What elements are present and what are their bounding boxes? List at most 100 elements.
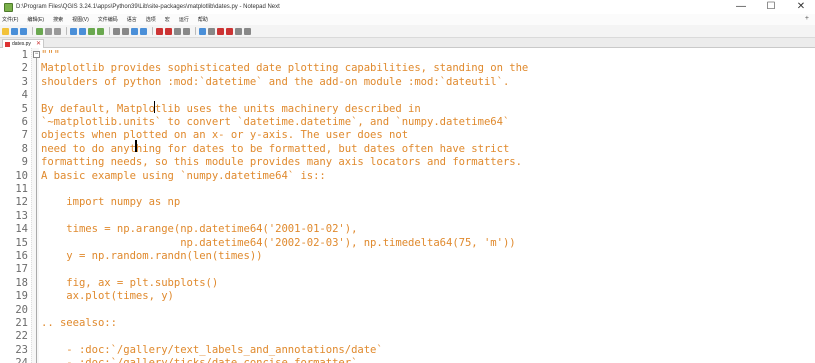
line-number: 3 xyxy=(21,75,28,88)
maximize-button[interactable]: ☐ xyxy=(765,1,777,13)
code-line[interactable]: 13 xyxy=(0,210,815,223)
show-all-chars-icon[interactable] xyxy=(183,27,190,35)
line-number: 1 xyxy=(21,49,28,61)
notepad-next-icon xyxy=(4,2,13,12)
code-line[interactable]: 24 - :doc:`/gallery/ticks/date_concise_f… xyxy=(0,357,815,363)
replace-icon[interactable] xyxy=(140,27,147,35)
code-line[interactable]: 20 xyxy=(0,304,815,317)
code-text: - :doc:`/gallery/ticks/date_concise_form… xyxy=(41,357,357,363)
zoom-out-icon[interactable] xyxy=(165,27,172,35)
code-text: import numpy as np xyxy=(41,196,181,209)
code-line[interactable]: 22 xyxy=(0,330,815,343)
line-number: 10 xyxy=(15,169,28,182)
close-icon[interactable] xyxy=(45,27,52,35)
code-line[interactable]: 9 formatting needs, so this module provid… xyxy=(0,156,815,169)
code-line[interactable]: 2 Matplotlib provides sophisticated date … xyxy=(0,62,815,75)
macro-play-icon[interactable] xyxy=(226,27,233,35)
code-line[interactable]: 14 times = np.arange(np.datetime64('2001… xyxy=(0,223,815,236)
code-line[interactable]: 15 np.datetime64('2002-02-03'), np.timed… xyxy=(0,237,815,250)
line-number: 18 xyxy=(15,276,28,289)
text-cursor xyxy=(135,140,137,152)
zoom-in-icon[interactable] xyxy=(156,27,163,35)
menu-encoding[interactable]: 文件编码 xyxy=(98,16,118,23)
macro-record-icon[interactable] xyxy=(208,27,215,35)
menu-language[interactable]: 语言 xyxy=(127,16,137,23)
code-line[interactable]: 16 y = np.random.randn(len(times)) xyxy=(0,250,815,263)
code-text: times = np.arange(np.datetime64('2001-01… xyxy=(41,223,358,236)
menu-overflow-button[interactable]: + xyxy=(805,15,809,22)
menu-macro[interactable]: 宏 xyxy=(165,16,170,23)
code-line[interactable]: 21 .. seealso:: xyxy=(0,317,815,330)
line-number: 22 xyxy=(15,330,28,343)
menu-view[interactable]: 视图(V) xyxy=(72,16,89,23)
code-text: formatting needs, so this module provide… xyxy=(41,156,522,169)
code-text: shoulders of python :mod:`datetime` and … xyxy=(41,75,510,88)
code-line[interactable]: 6 `~matplotlib.units` to convert `datetim… xyxy=(0,116,815,129)
code-line[interactable]: 19 ax.plot(times, y) xyxy=(0,290,815,303)
code-line[interactable]: 4 xyxy=(0,89,815,102)
code-line[interactable]: 5 By default, Matplotlib uses the units m… xyxy=(0,103,815,116)
macro-save-icon[interactable] xyxy=(244,27,251,35)
code-text: objects when plotted on an x- or y-axis.… xyxy=(41,129,409,142)
code-line[interactable]: 23 - :doc:`/gallery/text_labels_and_anno… xyxy=(0,344,815,357)
code-line[interactable]: 17 xyxy=(0,263,815,276)
menu-bar: 文件(F) 编辑(E) 搜索 视图(V) 文件编码 语言 选项 宏 运行 帮助 … xyxy=(0,14,815,25)
line-number: 4 xyxy=(21,89,28,102)
close-all-icon[interactable] xyxy=(54,27,61,35)
code-text: By default, Matplotlib uses the units ma… xyxy=(41,102,421,115)
cut-icon[interactable] xyxy=(79,27,86,35)
print-icon[interactable] xyxy=(70,27,77,35)
line-number: 11 xyxy=(15,183,28,195)
code-line[interactable]: 10 A basic example using `numpy.datetime6… xyxy=(0,170,815,183)
redo-icon[interactable] xyxy=(122,27,129,35)
undo-icon[interactable] xyxy=(113,27,120,35)
code-line[interactable]: 18 fig, ax = plt.subplots() xyxy=(0,277,815,290)
code-editor[interactable]: − 1 """ 2 Matplotlib provides sophisticated… xyxy=(0,48,815,363)
line-number: 21 xyxy=(15,317,28,329)
menu-edit[interactable]: 编辑(E) xyxy=(27,16,44,23)
tab-dates-py[interactable]: dates.py ✕ xyxy=(2,39,44,48)
code-line[interactable]: 12 import numpy as np xyxy=(0,196,815,209)
code-text: y = np.random.randn(len(times)) xyxy=(41,250,263,262)
code-text: np.datetime64('2002-02-03'), np.timedelt… xyxy=(41,236,516,249)
line-number: 12 xyxy=(15,196,28,209)
menu-run[interactable]: 运行 xyxy=(179,16,189,23)
new-file-icon[interactable] xyxy=(2,27,9,35)
macro-stop-icon[interactable] xyxy=(217,27,224,35)
code-text: `~matplotlib.units` to convert `datetime… xyxy=(41,116,510,128)
tab-bar: dates.py ✕ xyxy=(0,38,815,48)
paste-icon[interactable] xyxy=(97,27,104,35)
menu-search[interactable]: 搜索 xyxy=(53,16,63,23)
open-file-icon[interactable] xyxy=(11,27,18,35)
menu-help[interactable]: 帮助 xyxy=(198,16,208,23)
menu-file[interactable]: 文件(F) xyxy=(2,16,18,23)
indent-guide-icon[interactable] xyxy=(199,27,206,35)
code-line[interactable]: 11 xyxy=(0,183,815,196)
wrap-icon[interactable] xyxy=(174,27,181,35)
title-bar: D:\Program Files\QGIS 3.24.1\apps\Python… xyxy=(0,0,815,14)
line-number: 14 xyxy=(15,223,28,236)
line-number: 23 xyxy=(15,343,28,356)
close-button[interactable]: ✕ xyxy=(795,1,807,13)
line-number: 6 xyxy=(21,116,28,128)
code-line[interactable]: 1 """ xyxy=(0,49,815,62)
copy-icon[interactable] xyxy=(88,27,95,35)
code-text: A basic example using `numpy.datetime64`… xyxy=(41,169,326,182)
window-title: D:\Program Files\QGIS 3.24.1\apps\Python… xyxy=(16,4,280,10)
save-all-icon[interactable] xyxy=(36,27,43,35)
code-line[interactable]: 8 need to do anything for dates to be for… xyxy=(0,143,815,156)
menu-settings[interactable]: 选项 xyxy=(146,16,156,23)
line-number: 19 xyxy=(15,290,28,303)
code-text: """ xyxy=(41,49,60,61)
code-line[interactable]: 3 shoulders of python :mod:`datetime` and… xyxy=(0,76,815,89)
code-text: Matplotlib provides sophisticated date p… xyxy=(41,62,529,75)
find-icon[interactable] xyxy=(131,27,138,35)
save-icon[interactable] xyxy=(20,27,27,35)
tab-close-icon[interactable]: ✕ xyxy=(36,40,41,47)
minimize-button[interactable]: — xyxy=(735,1,747,13)
toolbar xyxy=(0,25,815,38)
line-number: 17 xyxy=(15,263,28,276)
tab-label: dates.py xyxy=(12,41,31,47)
macro-run-icon[interactable] xyxy=(235,27,242,35)
code-line[interactable]: 7 objects when plotted on an x- or y-axis… xyxy=(0,129,815,142)
